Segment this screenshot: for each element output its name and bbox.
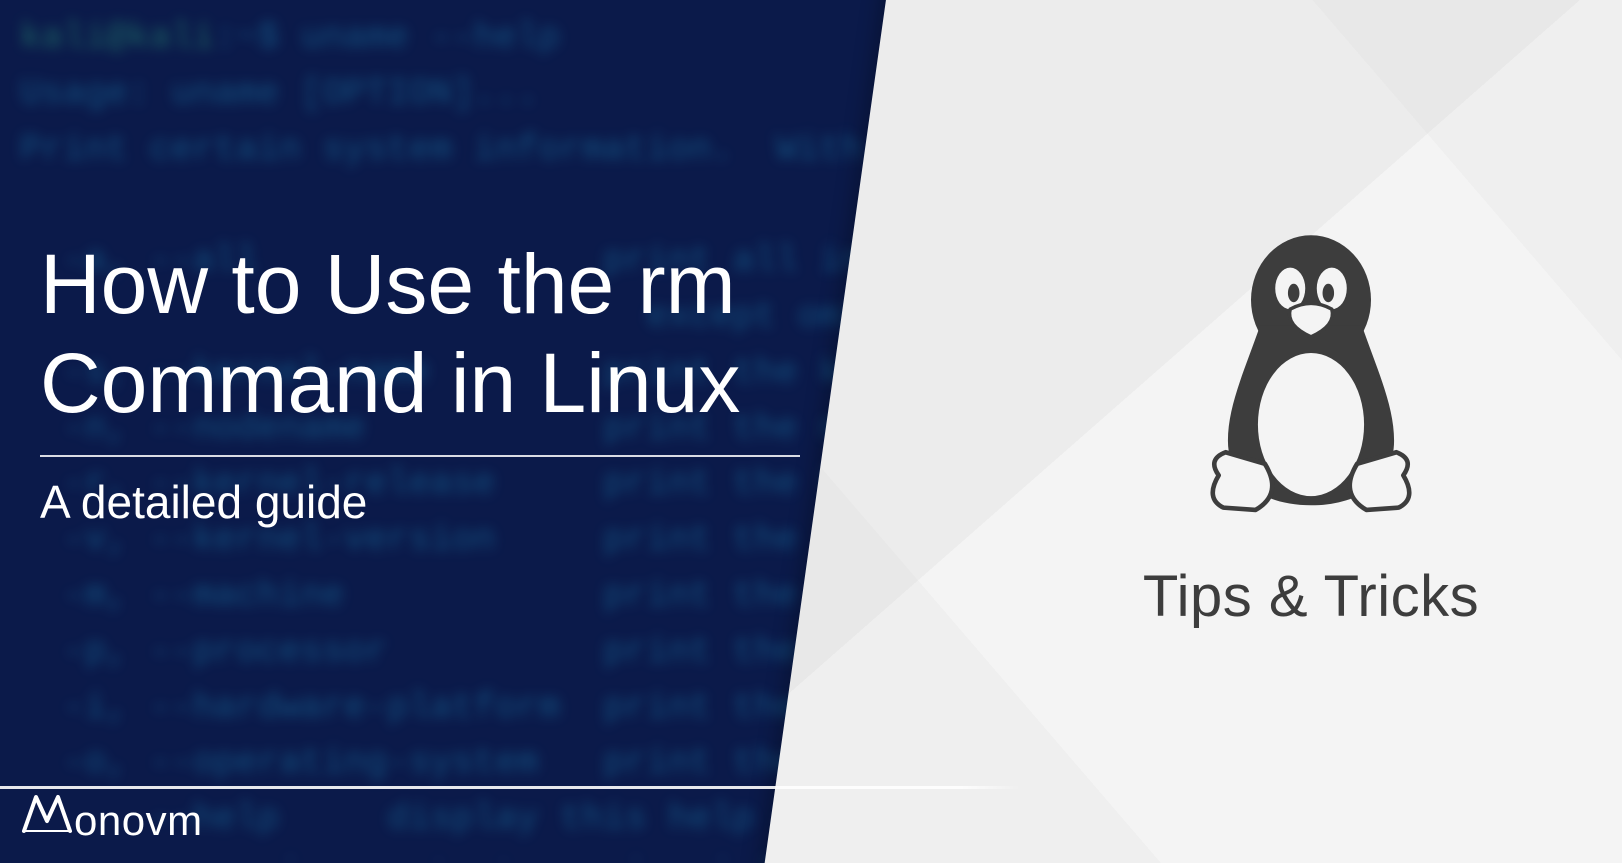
page-title: How to Use the rm Command in Linux [40, 235, 800, 433]
headline-block: How to Use the rm Command in Linux A det… [40, 235, 800, 529]
right-content: Tips & Tricks [1000, 0, 1622, 863]
brand-mark-icon [20, 791, 74, 835]
footer-divider [0, 786, 1622, 789]
terminal-prompt: kali@kali [20, 17, 214, 58]
title-line: Command in Linux [40, 336, 740, 430]
title-line: How to Use the rm [40, 237, 736, 331]
brand-logo: onovm [20, 791, 203, 845]
title-divider [40, 455, 800, 457]
page-subtitle: A detailed guide [40, 475, 800, 529]
banner-canvas: kali@kali:~$ uname --help Usage: uname [… [0, 0, 1622, 863]
brand-name: onovm [74, 797, 203, 845]
terminal-line: Usage: uname [OPTION]... [20, 73, 538, 114]
terminal-line: :~$ uname --help [214, 17, 560, 58]
linux-tux-icon [1181, 233, 1441, 533]
tips-and-tricks-label: Tips & Tricks [1143, 563, 1479, 630]
